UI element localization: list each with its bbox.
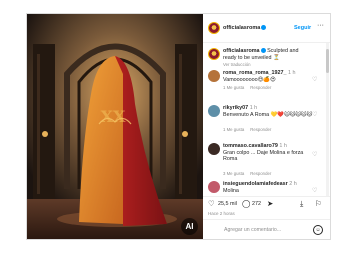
- more-options-icon[interactable]: ···: [317, 22, 324, 29]
- reply-button[interactable]: Responder: [250, 127, 271, 132]
- action-bar: ♡ 25,5 mil ◯ 272 ➤ ⤓ ⚐: [203, 196, 330, 211]
- comment-text: Molina: [223, 187, 239, 194]
- emoji-smile-icon[interactable]: ☺: [313, 225, 323, 235]
- comment-body: roma_roma_roma_1927_ 1 h Vamoooooooo😍🍊😍: [223, 70, 313, 83]
- comment-body: tommaso.cavallaro79 1 h Gran colpo ... D…: [223, 143, 313, 163]
- comment-body: rikyriky07 1 h Benvenuto A Roma 💛❤️🐱🐱🐱🐱🐱: [223, 105, 313, 118]
- like-comment-heart-icon[interactable]: ♡: [312, 151, 317, 158]
- comment-username[interactable]: rikyriky07: [223, 105, 248, 111]
- verified-icon: [261, 25, 267, 31]
- comment-avatar[interactable]: [208, 105, 220, 117]
- caption-username[interactable]: officialasroma: [223, 48, 260, 54]
- comment-avatar[interactable]: [208, 70, 220, 82]
- post-header: officialasroma Seguir ···: [203, 14, 330, 43]
- post-image[interactable]: XX AI: [27, 14, 203, 239]
- comments-list[interactable]: officialasroma Sculpted and ready to be …: [203, 43, 326, 196]
- comment-username[interactable]: tommaso.cavallaro79: [223, 143, 278, 149]
- comment-body: insieguendolamiafedeasr 2 h Molina: [223, 181, 313, 194]
- comment-meta: 1 Me gusta Responder: [223, 85, 277, 90]
- bookmark-icon[interactable]: ⚐: [315, 199, 322, 208]
- reply-button[interactable]: Responder: [250, 85, 271, 90]
- comment-likes[interactable]: 1 Me gusta: [223, 127, 244, 132]
- comment-text: Gran colpo ... Daje Molina e forza Roma: [223, 149, 304, 163]
- scrollbar-thumb[interactable]: [326, 49, 329, 73]
- comment-time: 1 h: [279, 143, 287, 149]
- comment-username[interactable]: insieguendolamiafedeasr: [223, 181, 288, 187]
- comment-text: Vamoooooooo😍🍊😍: [223, 76, 276, 83]
- like-comment-heart-icon[interactable]: ♡: [312, 76, 317, 83]
- verified-icon: [260, 48, 266, 54]
- download-icon[interactable]: ⤓: [300, 199, 303, 209]
- translate-label[interactable]: Ver traducción: [223, 62, 250, 67]
- author-username[interactable]: officialasroma: [223, 25, 267, 31]
- author-username-text[interactable]: officialasroma: [223, 25, 260, 31]
- likes-count[interactable]: 25,5 mil: [218, 201, 237, 207]
- svg-text:XX: XX: [101, 107, 126, 126]
- comment-meta: 3 Me gusta Responder: [223, 171, 277, 176]
- comment-username[interactable]: roma_roma_roma_1927_: [223, 70, 287, 76]
- comment-avatar[interactable]: [208, 181, 220, 193]
- comment-likes[interactable]: 3 Me gusta: [223, 171, 244, 176]
- translate-link[interactable]: Ver traducción: [223, 62, 256, 67]
- caption-avatar[interactable]: [208, 48, 220, 60]
- comment-avatar[interactable]: [208, 143, 220, 155]
- author-avatar[interactable]: [208, 22, 220, 34]
- like-comment-heart-icon[interactable]: ♡: [312, 111, 317, 118]
- comment-text: Benvenuto A Roma 💛❤️🐱🐱🐱🐱🐱: [223, 111, 313, 118]
- caption-text-block: officialasroma Sculpted and ready to be …: [223, 48, 313, 61]
- draped-statue-image: XX: [27, 14, 203, 239]
- comment-time: 1 h: [249, 105, 258, 111]
- add-comment-bar: Agregar un comentario... ☺: [203, 219, 330, 240]
- comments-scrollbar[interactable]: [326, 43, 329, 196]
- comment-meta: 1 Me gusta Responder: [223, 127, 277, 132]
- add-comment-input[interactable]: Agregar un comentario...: [224, 227, 281, 233]
- comments-count[interactable]: 272: [252, 201, 261, 207]
- follow-button[interactable]: Seguir: [294, 25, 311, 31]
- reply-button[interactable]: Responder: [250, 171, 271, 176]
- comment-likes[interactable]: 1 Me gusta: [223, 85, 244, 90]
- ai-label-badge[interactable]: AI: [181, 218, 198, 235]
- instagram-post: XX AI officialasroma Seguir ··· official…: [26, 13, 331, 240]
- like-comment-heart-icon[interactable]: ♡: [312, 187, 317, 194]
- like-heart-icon[interactable]: ♡: [208, 199, 215, 208]
- comment-time: 1 h: [288, 70, 296, 76]
- comment-time: 2 h: [289, 181, 297, 187]
- post-sidebar: officialasroma Seguir ··· officialasroma…: [203, 14, 330, 239]
- comment-bubble-icon[interactable]: ◯: [242, 199, 250, 208]
- post-date: Hace 2 horas: [208, 211, 235, 216]
- share-send-icon[interactable]: ➤: [267, 199, 273, 208]
